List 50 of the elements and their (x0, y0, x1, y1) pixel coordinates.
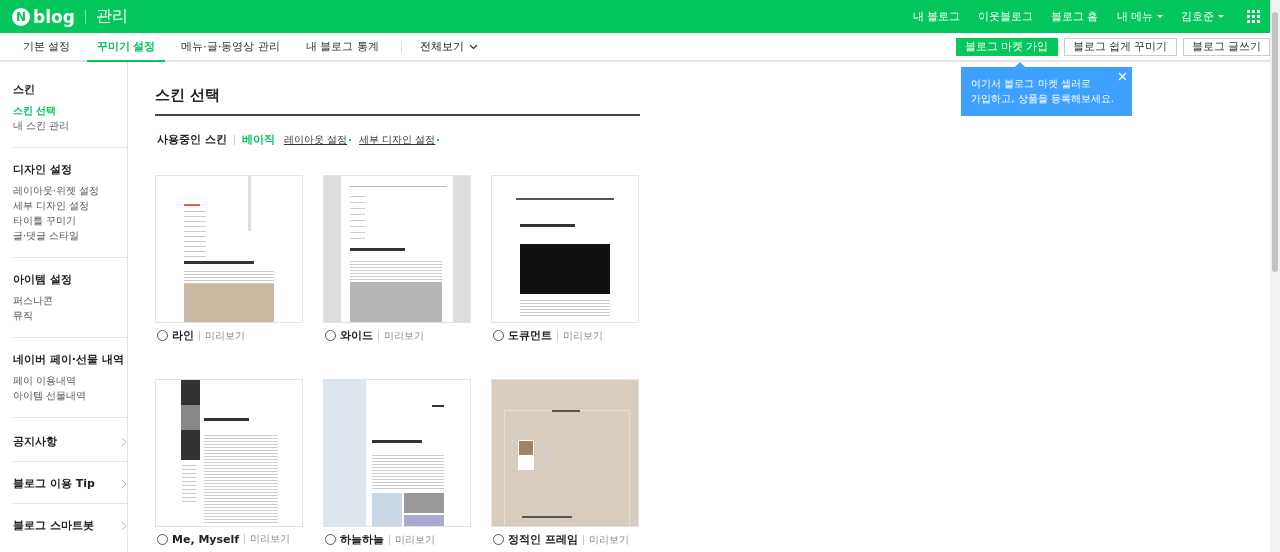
sidebar-item[interactable]: 타이틀 꾸미기 (13, 213, 127, 228)
preview-link[interactable]: 미리보기 (205, 328, 245, 343)
sidebar-heading: 디자인 설정 (13, 162, 73, 177)
preview-link[interactable]: 미리보기 (384, 328, 424, 343)
sidebar-item[interactable]: 뮤직 (13, 308, 127, 323)
current-skin-name: 베이직 (241, 132, 275, 147)
skin-name: Me, Myself (172, 532, 240, 546)
sidebar-item[interactable]: 세부 디자인 설정 (13, 198, 127, 213)
preview-link[interactable]: 미리보기 (395, 532, 435, 547)
view-all-dropdown[interactable]: 전체보기 (415, 33, 482, 60)
tab[interactable]: 기본 설정 (13, 33, 81, 62)
skin-name: 도큐먼트 (508, 328, 552, 343)
preview-link[interactable]: 미리보기 (588, 532, 629, 547)
scrollbar[interactable] (1270, 0, 1280, 552)
chevron-right-icon (121, 478, 127, 489)
skin-name: 라인 (172, 328, 194, 343)
tab[interactable]: 메뉴·글·동영상 관리 (171, 33, 290, 62)
sidebar-item[interactable]: 아이템 선물내역 (13, 388, 127, 403)
sidebar-heading: 스킨 (13, 82, 36, 97)
current-skin-label: 사용중인 스킨 (157, 132, 227, 147)
settings-link[interactable]: 레이아웃 설정 (283, 132, 352, 147)
close-icon[interactable] (1118, 72, 1127, 81)
tab[interactable]: 내 블로그 통계 (295, 33, 389, 62)
action-button[interactable]: 블로그 글쓰기 (1182, 37, 1270, 56)
chevron-right-icon (121, 520, 127, 531)
page-title: 스킨 선택 (155, 86, 221, 105)
skin-name: 와이드 (340, 328, 373, 343)
caret-icon (1218, 15, 1224, 18)
action-button[interactable]: 블로그 쉽게 꾸미기 (1063, 37, 1177, 56)
sidebar-item[interactable]: 글·댓글 스타일 (13, 228, 127, 243)
preview-link[interactable]: 미리보기 (250, 532, 291, 546)
sidebar-heading: 아이템 설정 (13, 272, 73, 287)
sidebar-link[interactable]: 공지사항 (13, 432, 127, 462)
skin-preview-drawing[interactable] (491, 175, 639, 323)
sidebar-heading: 네이버 페이·선물 내역 (13, 352, 125, 367)
caret-icon (1157, 15, 1163, 18)
settings-link[interactable]: 세부 디자인 설정 (359, 132, 440, 147)
sidebar-item[interactable]: 퍼스나콘 (13, 293, 127, 308)
chevron-down-icon (468, 43, 478, 50)
sidebar-link[interactable]: 블로그 스마트봇 (13, 516, 127, 545)
sidebar-item[interactable]: 내 스킨 관리 (13, 118, 127, 133)
sidebar-link[interactable]: 블로그 이용 Tip (13, 474, 127, 504)
sidebar-item[interactable]: 페이 이용내역 (13, 373, 127, 388)
preview-link[interactable]: 미리보기 (563, 328, 603, 343)
skin-preview-drawing[interactable] (155, 379, 303, 527)
chevron-right-icon (121, 436, 127, 447)
skin-name: 하늘하늘 (340, 532, 384, 547)
section-title: 관리 (95, 6, 128, 27)
sidebar-item[interactable]: 레이아웃·위젯 설정 (13, 183, 127, 198)
skin-name: 정적인 프레임 (508, 532, 578, 547)
